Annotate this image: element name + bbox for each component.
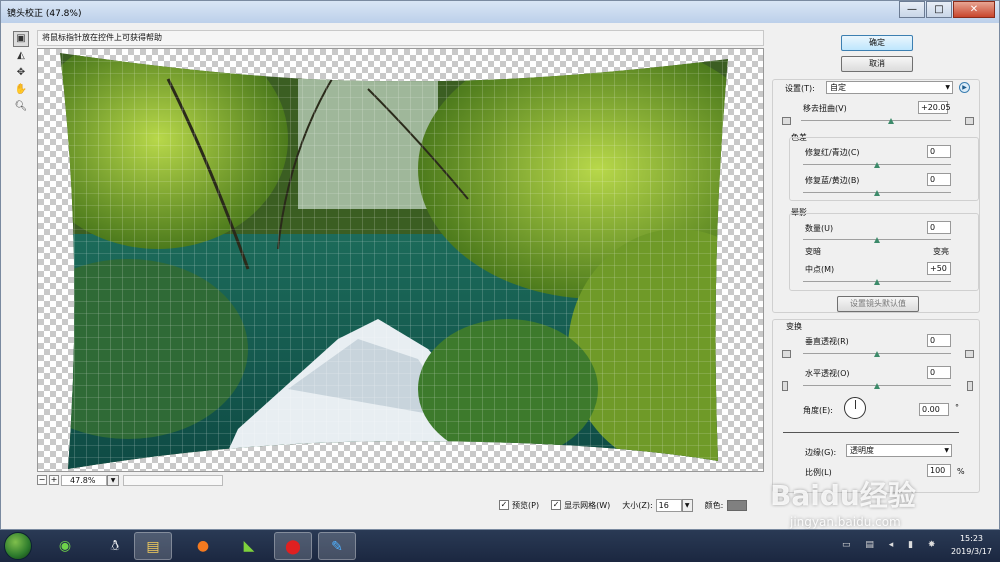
tray-icons[interactable]: ▭ ▤ ◂ ▮ ✸ — [842, 540, 941, 550]
remove-distortion-slider[interactable] — [801, 117, 951, 125]
vertical-perspective-label: 垂直透视(R) — [805, 337, 849, 346]
grid-size-label: 大小(Z): — [622, 500, 653, 510]
fix-red-cyan-field[interactable]: 0 — [927, 145, 951, 158]
fix-red-cyan-label: 修复红/青边(C) — [805, 148, 860, 157]
maximize-button[interactable]: □ — [926, 1, 952, 18]
move-grid-icon[interactable]: ✥ — [13, 65, 29, 81]
zoom-out-button[interactable]: − — [37, 475, 47, 485]
vertical-perspective-field[interactable]: 0 — [927, 334, 951, 347]
perspective-left-icon — [782, 381, 788, 391]
barrel-icon — [965, 117, 974, 125]
baidu-watermark: Baidu经验 — [770, 479, 916, 512]
clock-time: 15:23 — [959, 534, 984, 543]
vignette-amount-field[interactable]: 0 — [927, 221, 951, 234]
scale-field[interactable]: 100 — [927, 464, 951, 477]
zoom-icon[interactable]: 🔍︎ — [13, 99, 29, 115]
tool-column: ▣ ◭ ✥ ✋ 🔍︎ — [13, 31, 31, 116]
vignette-amount-label: 数量(U) — [805, 224, 834, 233]
fix-blue-yellow-label: 修复蓝/黄边(B) — [805, 176, 860, 185]
cancel-button[interactable]: 取消 — [841, 56, 913, 72]
scale-unit: % — [957, 467, 965, 476]
angle-label: 角度(E): — [803, 406, 833, 415]
angle-field[interactable]: 0.00 — [919, 403, 949, 416]
chevron-down-icon[interactable]: ▼ — [681, 498, 693, 512]
grid-color-swatch[interactable] — [727, 499, 748, 511]
fix-red-cyan-slider[interactable] — [803, 161, 951, 169]
vignette-midpoint-field[interactable]: +50 — [927, 262, 951, 275]
zoom-in-button[interactable]: + — [49, 475, 59, 485]
settings-menu-icon[interactable]: ▶ — [959, 82, 970, 93]
edge-label: 边缘(G): — [805, 448, 837, 457]
horizontal-perspective-slider[interactable] — [803, 382, 951, 390]
taskbar: ◉ 🐧︎ ▤ ● ◣ ⬤ ✎ ▭ ▤ ◂ ▮ ✸ 15:23 2019/3/17 — [0, 530, 1000, 562]
preview-label: 预览(P) — [512, 500, 540, 510]
chevron-down-icon: ▼ — [944, 447, 949, 454]
remove-distortion-label: 移去扭曲(V) — [803, 104, 847, 113]
settings-select[interactable]: 自定 ▼ — [826, 81, 953, 94]
hand-icon[interactable]: ✋ — [13, 82, 29, 98]
edge-value: 透明度 — [850, 446, 874, 455]
media-icon[interactable]: ◣ — [230, 532, 268, 560]
remove-distortion-field[interactable]: +20.05 — [918, 101, 951, 114]
vignette-midpoint-label: 中点(M) — [805, 265, 835, 274]
clock[interactable]: 15:23 2019/3/17 — [951, 532, 992, 558]
lighten-label: 变亮 — [933, 247, 949, 256]
show-grid-checkbox[interactable]: ✓ — [551, 500, 562, 510]
horizontal-perspective-label: 水平透视(O) — [805, 369, 850, 378]
title-bar: 镜头校正 (47.8%) — □ ✕ — [1, 1, 999, 23]
fix-blue-yellow-field[interactable]: 0 — [927, 173, 951, 186]
recorder-icon[interactable]: ⬤ — [274, 532, 312, 560]
vignette-midpoint-slider[interactable] — [803, 278, 951, 286]
perspective-down-icon — [965, 350, 974, 358]
vignette-amount-slider[interactable] — [803, 236, 951, 244]
angle-unit: ° — [955, 403, 959, 412]
divider — [783, 432, 959, 433]
distortion-tool-icon[interactable]: ▣ — [13, 31, 29, 47]
edge-select[interactable]: 透明度 ▼ — [846, 444, 952, 457]
photoshop-icon[interactable]: ✎ — [318, 532, 356, 560]
straighten-icon[interactable]: ◭ — [13, 48, 29, 64]
ok-button[interactable]: 确定 — [841, 35, 913, 51]
zoom-level-field[interactable]: 47.8% — [61, 474, 107, 486]
preview-options: ✓ 预览(P) ✓ 显示网格(W) 大小(Z): 16 ▼ 颜色: — [499, 498, 748, 512]
lens-correction-window: 镜头校正 (47.8%) — □ ✕ ▣ ◭ ✥ ✋ 🔍︎ 将鼠标指针放在控件上… — [0, 0, 1000, 530]
window-controls: — □ ✕ — [898, 1, 995, 18]
clock-date: 2019/3/17 — [950, 547, 992, 556]
perspective-right-icon — [967, 381, 973, 391]
close-button[interactable]: ✕ — [953, 1, 995, 18]
explorer-icon[interactable]: ▤ — [134, 532, 172, 560]
angle-dial[interactable] — [844, 397, 866, 419]
fix-blue-yellow-slider[interactable] — [803, 189, 951, 197]
firefox-icon[interactable]: ● — [184, 532, 222, 560]
transform-title: 变换 — [786, 322, 802, 331]
help-hint: 将鼠标指针放在控件上可获得帮助 — [37, 30, 764, 46]
start-button[interactable] — [4, 532, 32, 560]
chevron-down-icon: ▼ — [945, 84, 950, 91]
horizontal-scrollbar[interactable] — [123, 474, 223, 486]
baidu-url-watermark: jingyan.baidu.com — [790, 515, 901, 529]
settings-value: 自定 — [830, 83, 846, 92]
perspective-up-icon — [782, 350, 791, 358]
grid-color-label: 颜色: — [704, 500, 724, 510]
zoom-bar: − + 47.8% ▼ — [37, 474, 223, 486]
pincushion-icon — [782, 117, 791, 125]
preview-canvas[interactable] — [37, 48, 764, 472]
show-grid-label: 显示网格(W) — [564, 500, 611, 510]
qq-icon[interactable]: 🐧︎ — [96, 532, 134, 560]
window-title: 镜头校正 (47.8%) — [7, 8, 82, 19]
browser-360-icon[interactable]: ◉ — [46, 532, 84, 560]
settings-label: 设置(T): — [785, 84, 815, 93]
preview-checkbox[interactable]: ✓ — [499, 500, 509, 510]
chevron-down-icon[interactable]: ▼ — [107, 474, 119, 486]
minimize-button[interactable]: — — [899, 1, 925, 18]
horizontal-perspective-field[interactable]: 0 — [927, 366, 951, 379]
vertical-perspective-slider[interactable] — [803, 350, 951, 358]
set-lens-default-button[interactable]: 设置镜头默认值 — [837, 296, 919, 312]
grid-size-field[interactable]: 16 — [655, 498, 682, 512]
darken-label: 变暗 — [805, 247, 821, 256]
distorted-photo — [60, 53, 728, 469]
